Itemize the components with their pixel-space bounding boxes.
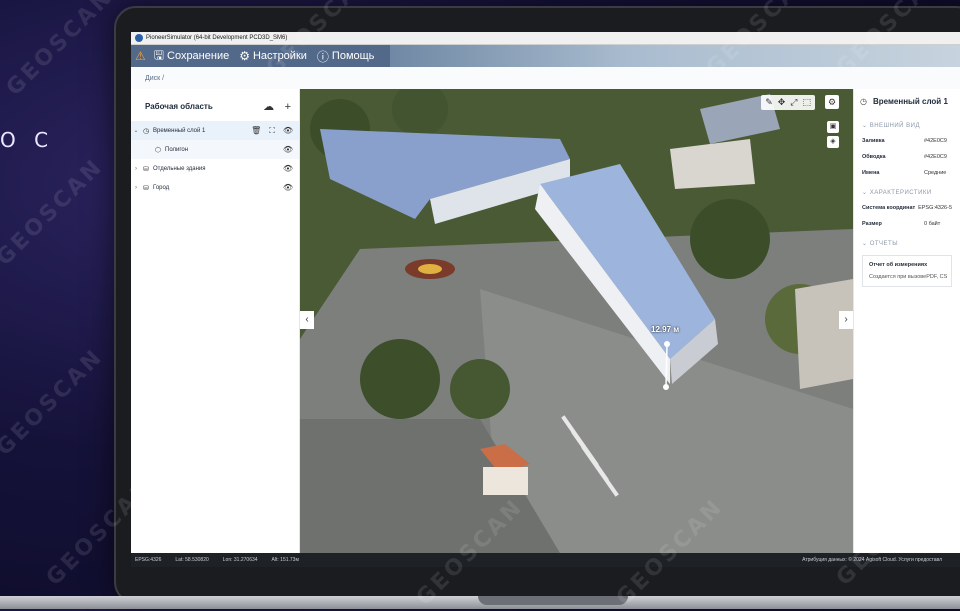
polygon-icon: ⬡ bbox=[154, 146, 162, 154]
status-attribution: Атрибуция данных: © 2024 Agisoft Cloud. … bbox=[802, 557, 942, 563]
measurement-label: 12.97 м bbox=[651, 325, 680, 334]
menu-help[interactable]: ⓘ Помощь bbox=[317, 48, 375, 65]
properties-title: Временный слой 1 bbox=[872, 97, 948, 106]
status-lat: Lat: 58.530820 bbox=[175, 557, 209, 563]
viewport-toolbar: ✎ ✥ ⤢ ⬚ bbox=[761, 95, 815, 110]
section-characteristics[interactable]: ⌄ ХАРАКТЕРИСТИКИ bbox=[854, 181, 960, 200]
breadcrumb-disk[interactable]: Диск / bbox=[145, 75, 164, 82]
trash-icon[interactable]: 🗑 bbox=[251, 126, 261, 136]
eye-icon[interactable]: 👁 bbox=[283, 183, 293, 192]
window-title: PioneerSimulator (64-bit Development PCD… bbox=[146, 35, 288, 41]
prop-row[interactable]: Имена Средние bbox=[854, 165, 960, 181]
workspace-title: Рабочая область bbox=[145, 101, 213, 111]
chevron-left-icon[interactable]: ‹ bbox=[300, 311, 314, 329]
section-reports[interactable]: ⌄ ОТЧЕТЫ bbox=[854, 232, 960, 251]
menu-bar: ⚠ 🖫 Сохранение ⚙ Настройки ⓘ Помощь bbox=[131, 45, 960, 67]
menu-settings[interactable]: ⚙ Настройки bbox=[239, 49, 307, 63]
database-icon: ⛁ bbox=[143, 165, 149, 173]
chevron-right-icon[interactable]: › bbox=[839, 311, 853, 329]
window-titlebar: PioneerSimulator (64-bit Development PCD… bbox=[131, 32, 960, 45]
eye-icon[interactable]: 👁 bbox=[283, 145, 293, 154]
chevron-down-icon[interactable]: ⌄ bbox=[131, 127, 141, 134]
prop-row: Заливка #42E0C9 bbox=[862, 138, 947, 144]
eye-icon[interactable]: 👁 bbox=[283, 126, 293, 136]
gear-icon: ⚙ bbox=[239, 49, 250, 63]
app-window: PioneerSimulator (64-bit Development PCD… bbox=[131, 32, 960, 567]
layers-icon[interactable]: ▣ bbox=[827, 121, 839, 133]
status-bar: EPSG:4326 Lat: 58.530820 Lon: 31.270634 … bbox=[131, 553, 960, 567]
chevron-right-icon[interactable]: › bbox=[131, 166, 141, 172]
tree-item-temp-layer[interactable]: ⌄ ◷ Временный слой 1 🗑 ⛶ 👁 bbox=[131, 121, 299, 140]
menu-save[interactable]: 🖫 Сохранение bbox=[154, 46, 229, 67]
compass-icon[interactable]: ◈ bbox=[827, 136, 839, 148]
breadcrumb: Диск / bbox=[131, 67, 960, 90]
watermark: GEOSCAN bbox=[0, 154, 109, 271]
status-lon: Lon: 31.270634 bbox=[222, 557, 258, 563]
hero-text: О С bbox=[0, 128, 55, 152]
prop-row: Обводка #42E0C9 bbox=[862, 154, 947, 160]
app-logo-icon bbox=[135, 34, 143, 42]
database-icon: ⛁ bbox=[143, 184, 149, 192]
laptop-notch bbox=[478, 596, 628, 605]
workspace-panel: Рабочая область ☁ + ⌄ ◷ Временный слой 1… bbox=[131, 89, 300, 553]
status-epsg: EPSG:4326 bbox=[135, 557, 162, 563]
selection-frame-icon[interactable]: ⬚ bbox=[802, 97, 811, 108]
move-icon[interactable]: ✥ bbox=[778, 97, 786, 108]
watermark: GEOSCAN bbox=[1, 0, 119, 101]
watermark: GEOSCAN bbox=[0, 344, 109, 461]
pencil-icon[interactable]: ✎ bbox=[765, 97, 773, 108]
properties-panel: ◷ Временный слой 1 ⌄ ВНЕШНИЙ ВИД Заливка… bbox=[853, 89, 960, 553]
help-icon: ⓘ bbox=[316, 49, 329, 64]
aerial-scene bbox=[300, 89, 853, 553]
focus-icon[interactable]: ⛶ bbox=[269, 126, 275, 136]
clock-icon: ◷ bbox=[142, 127, 150, 135]
viewport-side-tools: ▣ ◈ bbox=[827, 121, 839, 148]
section-appearance[interactable]: ⌄ ВНЕШНИЙ ВИД bbox=[854, 114, 960, 133]
save-icon: 🖫 bbox=[153, 47, 164, 62]
tree-item-city[interactable]: › ⛁ Город 👁 bbox=[131, 178, 299, 197]
map-viewport-3d[interactable]: 12.97 м ✎ ✥ ⤢ ⬚ ⚙ ▣ ◈ ‹ › bbox=[300, 89, 853, 553]
tree-item-buildings[interactable]: › ⛁ Отдельные здания 👁 bbox=[131, 159, 299, 178]
status-alt: Alt: 151.73м bbox=[271, 557, 299, 563]
warning-icon[interactable]: ⚠ bbox=[135, 49, 146, 63]
upload-cloud-icon[interactable]: ☁ bbox=[263, 101, 274, 113]
tree-item-polygon[interactable]: ⬡ Полигон 👁 bbox=[131, 140, 299, 159]
prop-row: Система координат EPSG:4326-5 bbox=[862, 205, 952, 211]
report-card[interactable]: Отчет об измерениях Создается при вызове… bbox=[862, 255, 952, 287]
diagonal-resize-icon[interactable]: ⤢ bbox=[790, 97, 797, 108]
add-icon[interactable]: + bbox=[285, 101, 291, 113]
eye-icon[interactable]: 👁 bbox=[283, 164, 293, 173]
prop-row: Размер 0 байт bbox=[862, 221, 941, 227]
chevron-right-icon[interactable]: › bbox=[131, 185, 141, 191]
gear-icon[interactable]: ⚙ bbox=[825, 95, 839, 109]
clock-icon: ◷ bbox=[860, 97, 867, 106]
